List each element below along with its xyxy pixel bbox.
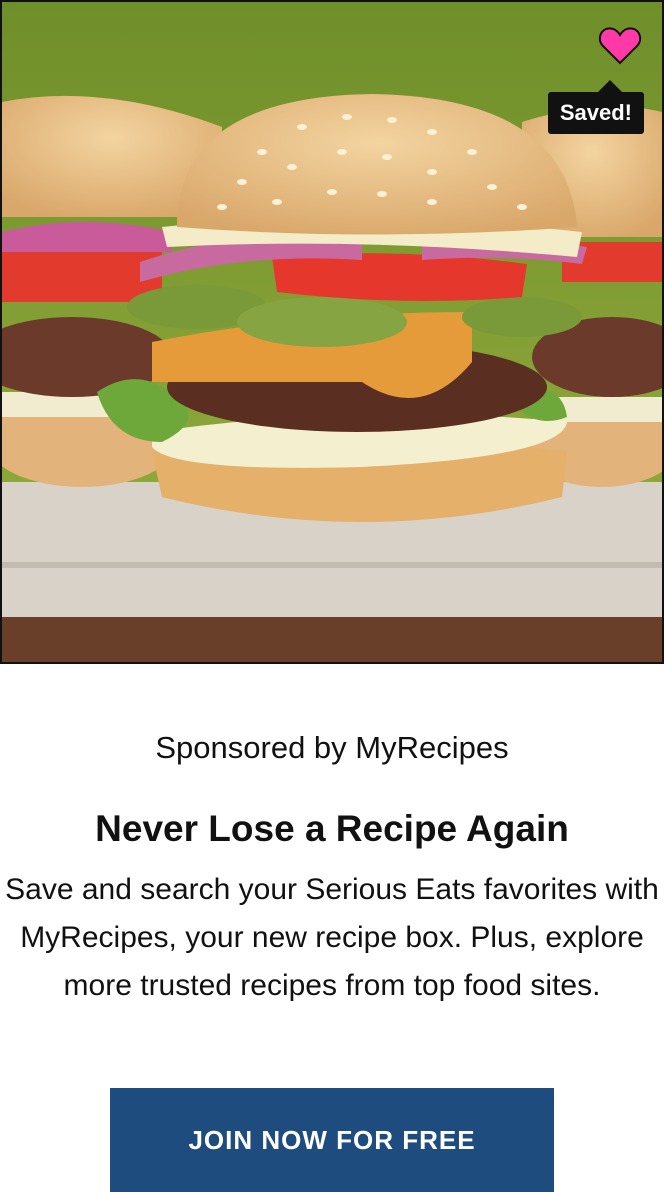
- promo-description: Save and search your Serious Eats favori…: [5, 873, 659, 1002]
- burger-hero-image: Saved!: [0, 0, 664, 664]
- recipe-page: Saved! Sponsored by MyRecipes Never Lose…: [0, 0, 664, 1192]
- sponsor-label: Sponsored by MyRecipes: [155, 730, 509, 765]
- promo-headline: Never Lose a Recipe Again: [95, 808, 569, 849]
- join-now-button[interactable]: JOIN NOW FOR FREE: [110, 1088, 554, 1192]
- heart-icon[interactable]: [598, 24, 642, 68]
- saved-badge: Saved!: [547, 80, 644, 134]
